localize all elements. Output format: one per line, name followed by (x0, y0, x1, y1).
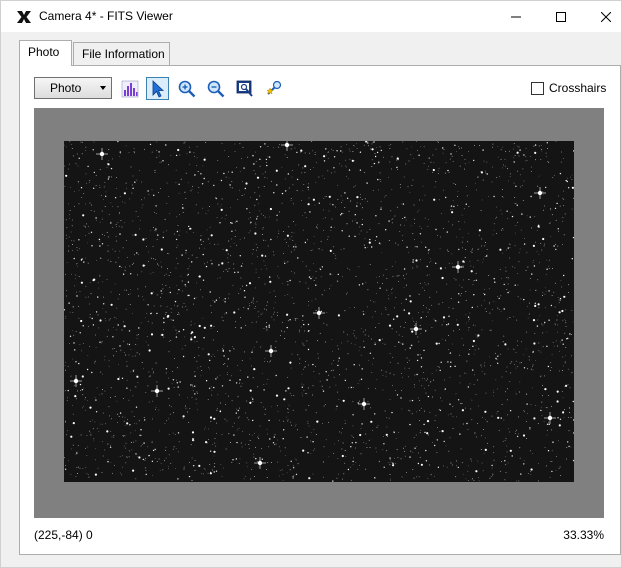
zoom-in-icon (178, 80, 195, 97)
crosshairs-toggle[interactable]: Crosshairs (531, 80, 606, 96)
zoom-out-icon (207, 80, 224, 97)
pointer-button[interactable] (146, 77, 169, 100)
crosshairs-label: Crosshairs (549, 81, 607, 95)
histogram-button[interactable] (118, 77, 141, 100)
image-viewport[interactable] (34, 108, 604, 518)
minimize-icon (511, 16, 521, 17)
star-field-image (64, 141, 574, 482)
maximize-button[interactable] (538, 1, 584, 32)
zoom-in-button[interactable] (175, 77, 198, 100)
crosshairs-checkbox[interactable] (531, 81, 544, 95)
minimize-button[interactable] (493, 1, 539, 32)
star-locate-button[interactable] (262, 77, 285, 100)
close-icon (601, 11, 611, 22)
histogram-icon (121, 80, 138, 97)
mode-select-value: Photo (50, 81, 82, 95)
tab-photo[interactable]: Photo (19, 40, 72, 66)
fits-viewer-window: Camera 4* - FITS Viewer Photo File Infor… (0, 0, 622, 568)
maximize-icon (556, 11, 566, 22)
close-button[interactable] (583, 1, 622, 32)
zoom-fit-icon (236, 80, 253, 97)
zoom-level: 33.33% (563, 528, 604, 542)
star-locate-icon (266, 80, 281, 95)
window-title: Camera 4* - FITS Viewer (39, 9, 173, 23)
zoom-fit-button[interactable] (233, 77, 256, 100)
cursor-coordinates: (225,-84) 0 (34, 528, 93, 542)
photo-tab-panel: Photo Crosshairs (225,-84) 0 33.33% (19, 65, 621, 555)
title-bar[interactable]: Camera 4* - FITS Viewer (1, 1, 621, 32)
fits-image[interactable] (64, 141, 574, 482)
zoom-out-button[interactable] (204, 77, 227, 100)
mode-select[interactable]: Photo (34, 77, 112, 99)
pointer-arrow-icon (152, 79, 164, 98)
chevron-down-icon (100, 86, 106, 90)
x-logo-icon (16, 9, 32, 25)
tab-file-information[interactable]: File Information (73, 42, 170, 66)
